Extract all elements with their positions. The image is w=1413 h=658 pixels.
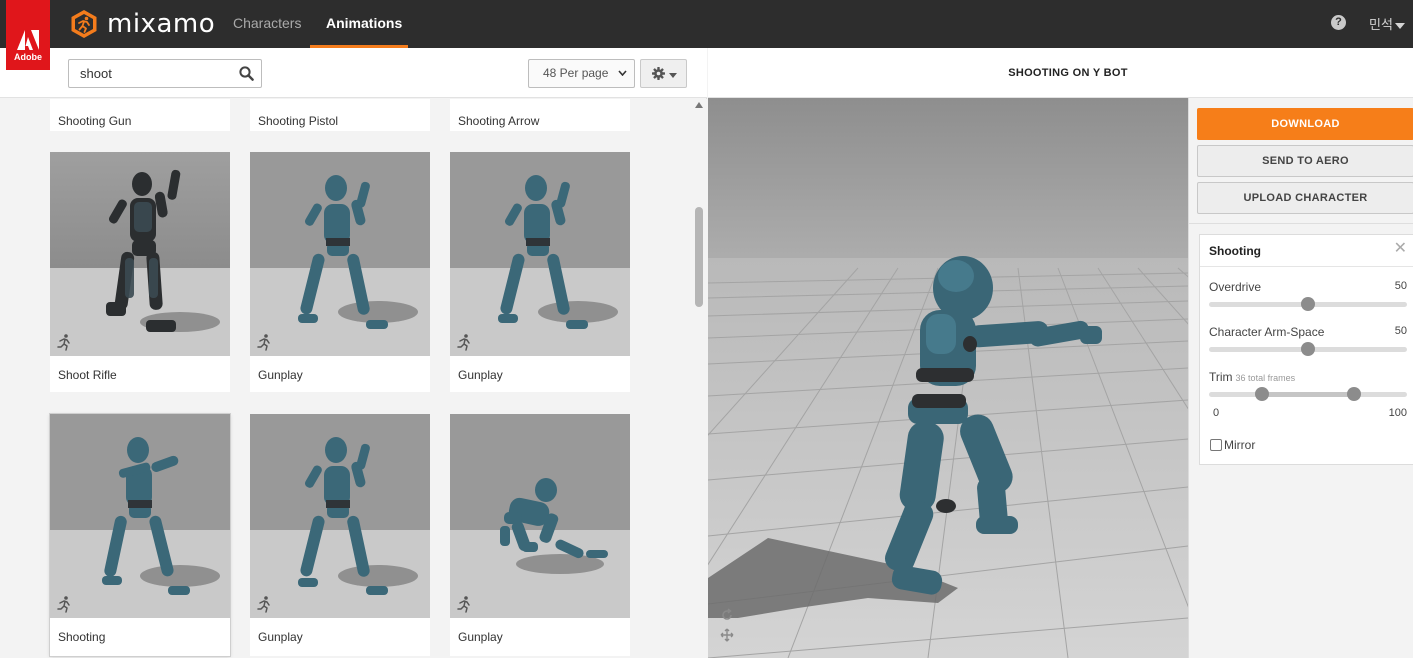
trim-range-fill — [1262, 392, 1354, 397]
animation-settings-panel: Shooting ✕ Overdrive 50 Character Arm-Sp… — [1199, 234, 1413, 465]
animation-card[interactable]: Shooting Arrow — [450, 99, 630, 131]
overdrive-slider-knob[interactable] — [1301, 297, 1315, 311]
overdrive-label: Overdrive — [1209, 280, 1262, 294]
rotate-icon[interactable] — [720, 608, 734, 622]
trim-frame-count: 36 total frames — [1235, 373, 1296, 383]
trim-start-knob[interactable] — [1255, 387, 1270, 401]
animation-card-label: Shooting Arrow — [458, 114, 540, 128]
overdrive-value: 50 — [1394, 280, 1407, 292]
close-icon[interactable]: ✕ — [1394, 241, 1407, 257]
upload-character-button[interactable]: UPLOAD CHARACTER — [1197, 182, 1413, 214]
viewport-tools — [720, 608, 734, 642]
trim-title: Trim — [1209, 370, 1233, 384]
animation-card-label: Shooting — [58, 630, 106, 644]
animation-thumbnail — [450, 152, 630, 356]
animation-card[interactable]: Gunplay — [450, 414, 630, 656]
arm-space-slider[interactable] — [1209, 342, 1407, 356]
animation-card-label: Gunplay — [458, 368, 503, 382]
settings-button[interactable] — [640, 59, 687, 88]
animation-card[interactable]: Shooting Gun — [50, 99, 230, 131]
adobe-wordmark: Adobe — [14, 52, 42, 62]
3d-viewport[interactable] — [708, 98, 1188, 658]
trim-end-knob[interactable] — [1346, 387, 1361, 401]
user-menu[interactable]: 민석 — [1369, 14, 1405, 33]
adobe-a-icon — [17, 30, 39, 50]
animation-side-panel: DOWNLOAD SEND TO AERO UPLOAD CHARACTER S… — [1188, 98, 1413, 658]
animation-thumbnail — [250, 152, 430, 356]
animation-card-selected[interactable]: Shooting — [50, 414, 230, 656]
chevron-down-icon — [669, 73, 677, 78]
per-page-value: 48 Per page — [543, 66, 609, 80]
animation-card-label: Gunplay — [258, 368, 303, 382]
trim-min-value: 0 — [1213, 407, 1220, 419]
arm-space-label: Character Arm-Space — [1209, 325, 1325, 339]
mirror-option[interactable]: Mirror — [1210, 438, 1255, 452]
animation-card-label: Shooting Pistol — [258, 114, 339, 128]
trim-max-value: 100 — [1388, 407, 1407, 419]
user-name: 민석 — [1369, 17, 1393, 32]
tab-characters[interactable]: Characters — [217, 0, 317, 48]
per-page-select[interactable]: 48 Per page — [528, 59, 635, 88]
animation-card-label: Gunplay — [458, 630, 503, 644]
mirror-label: Mirror — [1224, 438, 1256, 452]
chevron-down-icon — [618, 70, 627, 76]
grid-scrollbar[interactable] — [692, 99, 707, 658]
animation-card-label: Shooting Gun — [58, 114, 132, 128]
animation-card-label: Gunplay — [258, 630, 303, 644]
mirror-checkbox[interactable] — [1210, 439, 1222, 451]
top-navigation-bar: Adobe mixamo Characters Animations ? 민석 — [0, 0, 1413, 70]
download-button[interactable]: DOWNLOAD — [1197, 108, 1413, 140]
search-toolbar: 48 Per page — [0, 48, 707, 98]
adobe-logo[interactable]: Adobe — [6, 0, 50, 70]
chevron-down-icon — [1394, 22, 1405, 29]
gear-icon — [652, 67, 665, 80]
overdrive-slider[interactable] — [1209, 297, 1407, 311]
settings-title: Shooting — [1209, 244, 1261, 258]
viewer-header: SHOOTING ON Y BOT — [708, 48, 1413, 98]
viewer-title: SHOOTING ON Y BOT — [1008, 67, 1128, 79]
search-box[interactable] — [68, 59, 262, 88]
animation-card[interactable]: Gunplay — [450, 152, 630, 392]
animation-card[interactable]: Gunplay — [250, 414, 430, 656]
animation-card-label: Shoot Rifle — [58, 368, 117, 382]
animation-card[interactable]: Shooting Pistol — [250, 99, 430, 131]
animation-thumbnail — [50, 152, 230, 356]
trim-range-slider[interactable] — [1209, 387, 1407, 401]
settings-header: Shooting ✕ — [1200, 235, 1413, 267]
mixamo-logo[interactable]: mixamo — [69, 8, 215, 40]
arm-space-slider-knob[interactable] — [1301, 342, 1315, 356]
scroll-up-arrow-icon[interactable] — [695, 102, 703, 108]
search-icon[interactable] — [239, 66, 254, 81]
app-name: mixamo — [107, 9, 216, 39]
animation-thumbnail — [50, 414, 230, 618]
animation-card[interactable]: Shoot Rifle — [50, 152, 230, 392]
animation-thumbnail — [250, 414, 430, 618]
search-input[interactable] — [70, 61, 230, 86]
mixamo-runner-icon — [71, 10, 97, 38]
question-icon[interactable]: ? — [1331, 15, 1346, 30]
send-to-aero-button[interactable]: SEND TO AERO — [1197, 145, 1413, 177]
scrollbar-thumb[interactable] — [695, 207, 703, 307]
animation-card[interactable]: Gunplay — [250, 152, 430, 392]
animation-browser: 48 Per page Shooting Gun Shooting Pi — [0, 48, 707, 658]
animation-thumbnail — [450, 414, 630, 618]
move-icon[interactable] — [720, 628, 734, 642]
animation-grid: Shooting Gun Shooting Pistol Shooting Ar… — [0, 99, 692, 658]
divider — [1189, 223, 1413, 224]
arm-space-value: 50 — [1394, 325, 1407, 337]
tab-animations[interactable]: Animations — [310, 0, 408, 48]
trim-label: Trim 36 total frames — [1209, 370, 1295, 384]
